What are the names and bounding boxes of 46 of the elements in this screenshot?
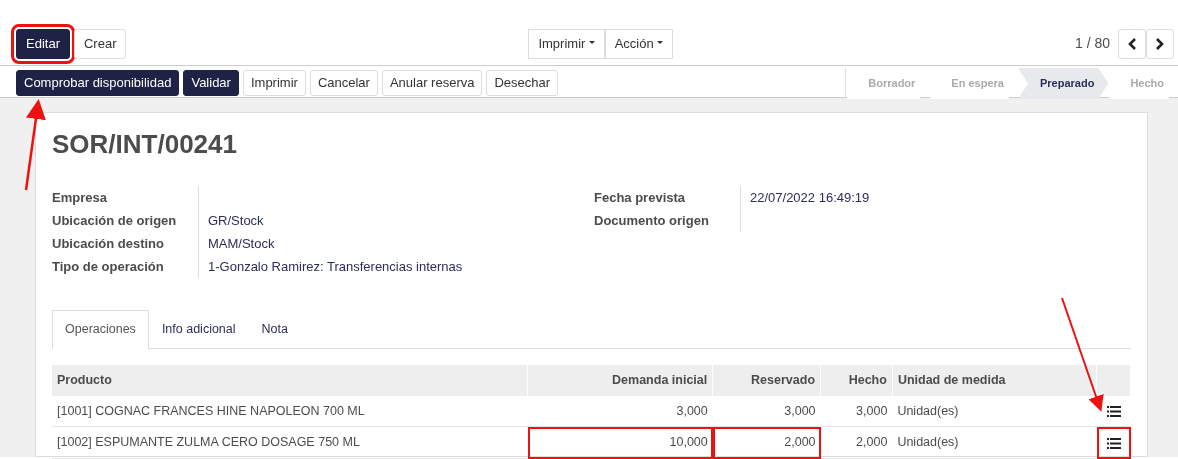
status-step[interactable]: Preparado: [1017, 68, 1109, 99]
column-header: Unidad de medida: [892, 364, 1097, 396]
field-value: MAM/Stock: [208, 236, 275, 252]
previous-button[interactable]: [1118, 28, 1146, 59]
action-button[interactable]: Anular reserva: [381, 69, 483, 96]
list-icon[interactable]: [1106, 437, 1121, 449]
create-button[interactable]: Crear: [73, 28, 127, 59]
table-cell: 3,000: [820, 395, 893, 427]
field-label: Ubicación de origen: [52, 212, 178, 231]
table-cell: 2,000: [712, 426, 821, 459]
field-label: Documento origen: [594, 212, 710, 231]
field-label: Fecha prevista: [594, 189, 687, 208]
action-button[interactable]: Imprimir: [242, 69, 306, 96]
tab[interactable]: Info adicional: [148, 310, 249, 348]
table-cell: 10,000: [527, 426, 713, 459]
field-label: Tipo de operación: [52, 258, 165, 277]
field-label: Ubicación destino: [52, 235, 165, 254]
action-button[interactable]: Validar: [183, 69, 239, 96]
column-header: Demanda inicial: [527, 364, 713, 396]
column-header: Reservado: [712, 364, 821, 396]
action-button[interactable]: Desechar: [486, 69, 559, 96]
field-value: GR/Stock: [208, 213, 264, 229]
table-cell: 3,000: [527, 395, 713, 427]
table-cell: 3,000: [712, 395, 821, 427]
column-header: Hecho: [820, 364, 893, 396]
table-cell: Unidad(es): [892, 395, 1097, 427]
column-header: Producto: [52, 364, 528, 396]
record-title: SOR/INT/00241: [52, 129, 238, 161]
list-icon[interactable]: [1106, 405, 1121, 417]
action-button[interactable]: Cancelar: [309, 69, 378, 96]
chevron-left-icon: [1127, 38, 1137, 51]
table-cell: 2,000: [820, 426, 893, 459]
pager-count: 1 / 80: [1074, 34, 1110, 53]
next-button[interactable]: [1146, 28, 1174, 59]
dropdown-button[interactable]: Imprimir: [528, 28, 605, 59]
table-cell: [1001] COGNAC FRANCES HINE NAPOLEON 700 ML: [52, 395, 528, 427]
field-label: Empresa: [52, 189, 108, 208]
dropdown-button[interactable]: Acción: [604, 28, 673, 59]
tab[interactable]: Operaciones: [52, 310, 149, 349]
tab[interactable]: Nota: [248, 310, 301, 348]
field-value: 1-Gonzalo Ramirez: Transferencias internas: [208, 259, 463, 275]
table-cell: [1002] ESPUMANTE ZULMA CERO DOSAGE 750 ML: [52, 426, 528, 459]
chevron-right-icon: [1155, 38, 1165, 51]
field-value: 22/07/2022 16:49:19: [750, 190, 870, 206]
table-cell: Unidad(es): [892, 426, 1097, 459]
action-button[interactable]: Comprobar disponibilidad: [16, 69, 180, 96]
